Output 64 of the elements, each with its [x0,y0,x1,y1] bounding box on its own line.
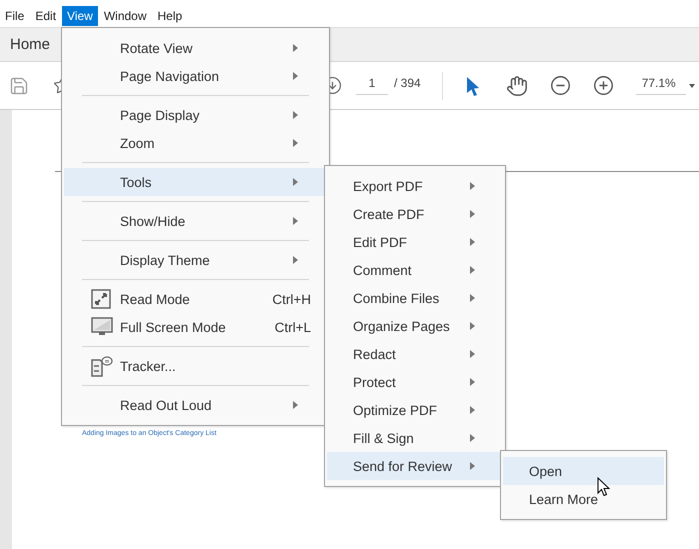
submenu-arrow-icon [293,256,298,264]
page-number-field[interactable]: 1 [356,76,388,95]
zoom-out-icon[interactable] [550,75,571,96]
submenu-arrow-icon [470,322,475,330]
submenu-arrow-icon [293,139,298,147]
tracker-icon [91,356,113,377]
submenu-arrow-icon [470,266,475,274]
submenu-arrow-icon [470,406,475,414]
menu-bar-item[interactable]: Window [98,6,152,26]
menu-item[interactable]: Protect [327,368,503,396]
menu-item[interactable]: Learn More [503,485,664,513]
zoom-in-icon[interactable] [592,75,614,96]
menu-item[interactable]: Open [503,457,664,485]
menu-item[interactable]: Combine Files [327,284,503,312]
menu-item[interactable]: Tools [64,168,327,196]
menu-item[interactable]: Page Display [64,101,327,129]
submenu-arrow-icon [470,434,475,442]
menu-item[interactable]: Read Mode Ctrl+H [64,285,327,313]
dropdown-caret-icon[interactable] [688,84,695,88]
submenu-arrow-icon [470,462,475,470]
menu-item[interactable]: Full Screen Mode Ctrl+L [64,313,327,341]
menu-item[interactable]: Comment [327,256,503,284]
submenu-arrow-icon [293,111,298,119]
submenu-arrow-icon [470,210,475,218]
menu-bar-item[interactable]: Help [152,6,188,26]
menu-item[interactable]: Show/Hide [64,207,327,235]
menu-bar-item[interactable]: View [62,6,98,26]
mouse-cursor-icon [597,477,610,497]
menu-item[interactable]: Edit PDF [327,228,503,256]
submenu-arrow-icon [293,217,298,225]
zoom-field[interactable]: 77.1% [636,76,686,95]
menu-item[interactable]: Fill & Sign [327,424,503,452]
submenu-arrow-icon [470,238,475,246]
menu-item[interactable]: Display Theme [64,246,327,274]
submenu-arrow-icon [293,401,298,409]
monitor-icon [91,317,113,337]
submenu-arrow-icon [470,294,475,302]
menu-bar-item[interactable]: Edit [30,6,62,26]
select-cursor-icon[interactable] [466,76,480,96]
submenu-arrow-icon [293,72,298,80]
menu-item[interactable]: Organize Pages [327,312,503,340]
hand-icon[interactable] [506,74,528,96]
page-count: / 394 [394,76,421,92]
save-icon[interactable] [9,76,29,96]
menu-item[interactable]: Zoom [64,129,327,157]
shortcut-label: Ctrl+L [274,320,311,334]
submenu-arrow-icon [293,44,298,52]
submenu-arrow-icon [470,182,475,190]
menu-item[interactable]: Redact [327,340,503,368]
menu-item[interactable]: Rotate View [64,34,327,62]
submenu-arrow-icon [293,178,298,186]
menu-item[interactable]: Read Out Loud [64,391,327,419]
menu-item[interactable]: Send for Review [327,452,503,480]
menu-bar-item[interactable]: File [0,6,30,26]
menu-item[interactable]: Create PDF [327,200,503,228]
expand-icon [91,289,111,309]
menu-item[interactable]: Tracker... [64,352,327,380]
menu-item[interactable]: Page Navigation [64,62,327,90]
shortcut-label: Ctrl+H [272,292,311,306]
menu-item[interactable]: Export PDF [327,172,503,200]
submenu-arrow-icon [470,378,475,386]
submenu-arrow-icon [470,350,475,358]
home-tab[interactable]: Home [10,36,50,53]
menu-item[interactable]: Optimize PDF [327,396,503,424]
